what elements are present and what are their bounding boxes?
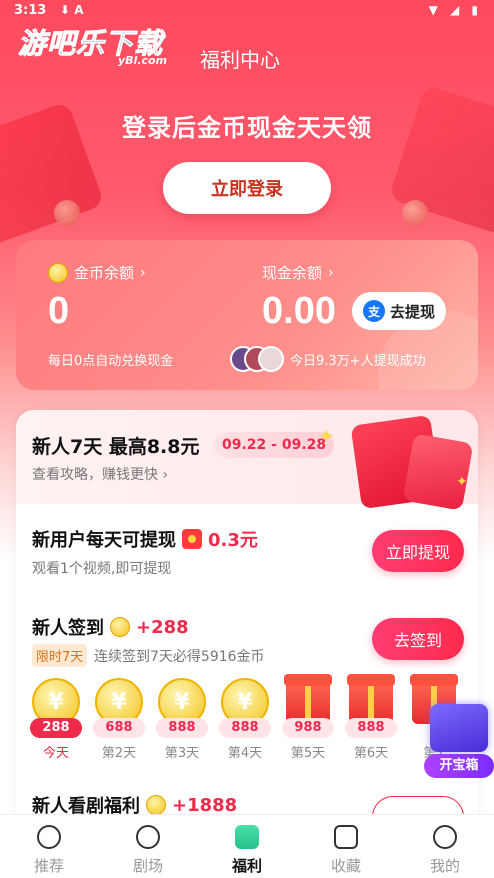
checkin-button[interactable]: 去签到: [372, 618, 464, 660]
red-envelope-icon: [402, 433, 474, 511]
day-label: 今天: [42, 746, 69, 761]
coin-decoration: [54, 200, 80, 226]
checkin-subtitle: 连续签到7天必得5916金币: [94, 649, 265, 665]
chevron-right-icon: ›: [328, 264, 334, 281]
day-label: 第4天: [227, 746, 263, 761]
tab-label: 福利: [231, 857, 262, 875]
coin-balance-link[interactable]: 金币余额 ›: [48, 262, 146, 283]
coin-icon: [110, 617, 130, 637]
checkin-day[interactable]: 988 第5天: [282, 674, 334, 766]
login-button[interactable]: 立即登录: [163, 162, 331, 214]
avatar: [258, 346, 284, 372]
day-label: 第2天: [101, 746, 137, 761]
withdraw-task-title-text: 新用户每天可提现: [32, 530, 176, 551]
cash-balance-value: 0.00: [262, 290, 336, 332]
treasure-box-label: 开宝箱: [424, 754, 494, 778]
day-amount: 888: [345, 718, 397, 738]
coin-decoration: [402, 200, 428, 226]
day-amount: 988: [282, 718, 334, 738]
tab-label: 我的: [429, 857, 460, 875]
checkin-day[interactable]: ¥ 688 第2天: [93, 676, 145, 766]
bookmark-icon: [334, 825, 358, 849]
newbie-header: 新人7天 最高8.8元 09.22 - 09.28 查看攻略，赚钱更快 › ✦ …: [16, 410, 478, 511]
tab-label: 剧场: [132, 857, 163, 875]
day-amount: 688: [93, 718, 145, 738]
treasure-chest-icon: [430, 704, 488, 752]
coin-balance-label: 金币余额: [74, 264, 135, 282]
user-avatars: [230, 346, 286, 372]
chevron-right-icon: ›: [140, 264, 146, 281]
strategy-link-label: 查看攻略，赚钱更快: [32, 467, 158, 483]
brand-logo: 游吧乐下载 yBl.com: [17, 20, 188, 70]
day-label: 第6天: [353, 746, 389, 761]
alipay-icon: 支: [362, 300, 385, 322]
day-amount: 888: [156, 718, 208, 738]
checkin-title: 新人签到 +288: [32, 614, 189, 640]
treasure-box-widget[interactable]: 开宝箱: [422, 704, 494, 780]
chevron-right-icon: ›: [162, 467, 169, 483]
withdraw-label: 去提现: [389, 302, 435, 321]
day-label: 第5天: [290, 746, 326, 761]
day-amount: 888: [219, 718, 271, 738]
coin-icon: [146, 795, 166, 815]
hero-headline: 登录后金币现金天天领: [122, 114, 372, 142]
withdraw-task-title: 新用户每天可提现 0.3元: [32, 526, 258, 552]
tab-profile[interactable]: 我的: [396, 815, 494, 878]
tab-label: 推荐: [33, 857, 64, 875]
withdraw-success-note: 今日9.3万+人提现成功: [290, 354, 426, 369]
tab-label: 收藏: [330, 857, 361, 875]
checkin-day[interactable]: ¥ 288 今天: [30, 676, 82, 766]
newbie-date-range: 09.22 - 09.28: [214, 432, 335, 458]
withdraw-task-subtitle: 观看1个视频,即可提现: [32, 561, 172, 577]
strategy-link[interactable]: 查看攻略，赚钱更快 ›: [32, 464, 168, 484]
tab-theater[interactable]: 剧场: [99, 815, 197, 878]
notification-icons: ⬇ A: [60, 3, 84, 17]
coin-balance-note: 每日0点自动兑换现金: [48, 354, 174, 369]
checkin-title-text: 新人签到: [32, 618, 104, 639]
planet-icon: [37, 825, 61, 849]
balance-card: 金币余额 › 0 每日0点自动兑换现金 现金余额 › 0.00 支 去提现 今日…: [16, 240, 478, 390]
withdraw-task-amount: 0.3元: [208, 530, 258, 551]
coin-balance-value: 0: [48, 290, 70, 332]
status-time: 3:13: [14, 3, 47, 18]
day-amount: 288: [30, 718, 82, 738]
checkin-day[interactable]: 888 第6天: [345, 674, 397, 766]
checkin-days: ¥ 288 今天 ¥ 688 第2天 ¥ 888 第3天 ¥ 888 第4天 9…: [30, 674, 470, 766]
tab-welfare[interactable]: 福利: [198, 815, 296, 878]
sparkle-icon: ✦: [318, 424, 335, 448]
status-bar: 3:13 ⬇ A ▼ ◢ ▮: [0, 0, 494, 22]
tab-favorites[interactable]: 收藏: [297, 815, 395, 878]
cash-balance-link[interactable]: 现金余额 ›: [262, 262, 334, 283]
checkin-day[interactable]: ¥ 888 第3天: [156, 676, 208, 766]
drama-task-reward: +1888: [172, 794, 238, 816]
limited-time-badge: 限时7天: [32, 644, 88, 667]
bottom-tab-bar: 推荐 剧场 福利 收藏 我的: [0, 814, 494, 878]
system-icons: ▼ ◢ ▮: [428, 3, 482, 17]
checkin-reward: +288: [136, 616, 189, 638]
instant-withdraw-button[interactable]: 立即提现: [372, 530, 464, 572]
gift-pet-icon: [235, 825, 259, 849]
coin-icon: [48, 262, 68, 283]
cash-balance-label: 现金余额: [262, 264, 323, 282]
page-title: 福利中心: [200, 48, 280, 72]
sparkle-icon: ✦: [456, 474, 468, 490]
red-envelope-icon: [182, 529, 202, 549]
tab-recommend[interactable]: 推荐: [0, 815, 98, 878]
newbie-task-card: 新人7天 最高8.8元 09.22 - 09.28 查看攻略，赚钱更快 › ✦ …: [16, 410, 478, 840]
withdraw-button[interactable]: 支 去提现: [352, 292, 446, 330]
logo-subtext: yBl.com: [118, 54, 168, 67]
newbie-title: 新人7天 最高8.8元: [32, 436, 200, 458]
profile-icon: [433, 825, 457, 849]
day-label: 第3天: [164, 746, 200, 761]
checkin-day[interactable]: ¥ 888 第4天: [219, 676, 271, 766]
film-reel-icon: [136, 825, 160, 849]
